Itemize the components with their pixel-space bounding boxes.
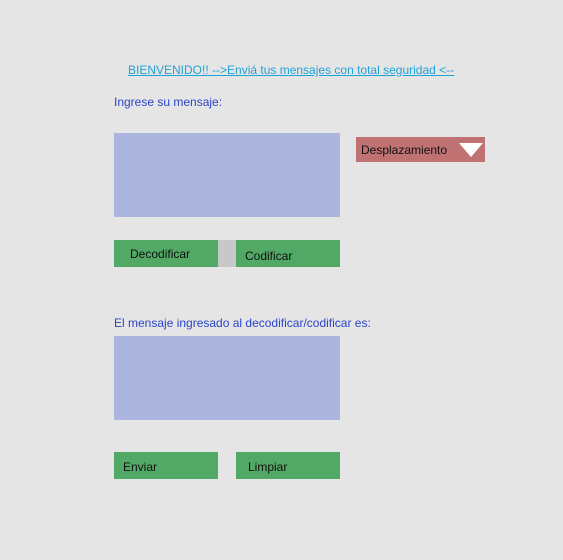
triangle-down-icon (459, 143, 483, 157)
button-separator (218, 240, 236, 267)
decode-button-label: Decodificar (130, 246, 191, 261)
decode-button[interactable]: Decodificar (114, 240, 218, 267)
send-button-label: Enviar (123, 460, 158, 474)
encode-button[interactable]: Codificar (236, 240, 340, 267)
clear-button[interactable]: Limpiar (236, 452, 340, 479)
clear-button-label: Limpiar (248, 460, 288, 474)
encode-button-label: Codificar (245, 248, 293, 263)
result-output[interactable] (114, 336, 340, 420)
message-input[interactable] (114, 133, 340, 217)
shift-dropdown[interactable]: Desplazamiento (356, 137, 485, 162)
welcome-link[interactable]: BIENVENIDO!! -->Enviá tus mensajes con t… (128, 63, 454, 77)
shift-dropdown-label: Desplazamiento (361, 142, 448, 157)
result-label: El mensaje ingresado al decodificar/codi… (114, 316, 371, 330)
message-input-label: Ingrese su mensaje: (114, 95, 223, 109)
send-button[interactable]: Enviar (114, 452, 218, 479)
